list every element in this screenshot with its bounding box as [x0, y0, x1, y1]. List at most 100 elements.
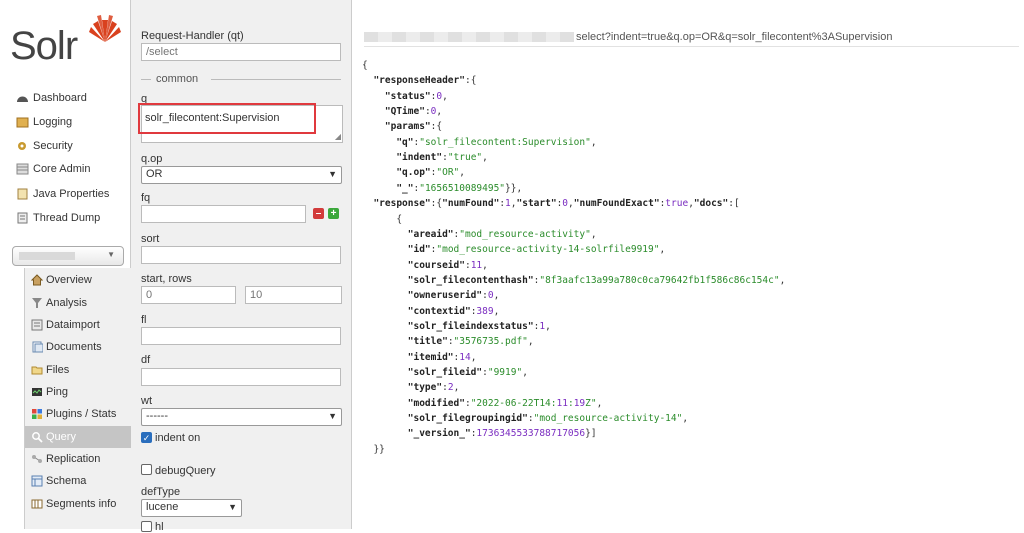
nav-thread-dump[interactable]: Thread Dump — [0, 207, 130, 229]
query-form: Request-Handler (qt) common q solr_filec… — [131, 0, 352, 533]
json-line: "solr_fileindexstatus":1, — [407, 320, 551, 332]
magnifier-icon — [32, 432, 43, 443]
core-menu-analysis[interactable]: Analysis — [25, 292, 131, 314]
json-line: { — [362, 60, 368, 71]
dashboard-icon — [17, 96, 28, 102]
request-handler-input[interactable] — [141, 43, 341, 61]
replication-icon — [32, 455, 42, 463]
debugquery-checkbox[interactable] — [141, 464, 152, 475]
json-line: "status":0, — [384, 90, 448, 102]
fl-label: fl — [141, 314, 147, 326]
json-line: "q.op":"OR", — [396, 167, 466, 179]
chevron-down-icon: ▼ — [228, 502, 237, 512]
remove-fq-button[interactable]: – — [313, 208, 324, 219]
core-menu-label: Query — [46, 431, 76, 443]
core-menu-schema[interactable]: Schema — [25, 470, 131, 492]
core-menu-label: Dataimport — [46, 319, 100, 331]
documents-icon — [32, 341, 43, 353]
deftype-select[interactable]: lucene ▼ — [141, 499, 242, 517]
common-divider: common — [141, 73, 341, 85]
indent-checkbox[interactable]: ✓ — [141, 432, 152, 443]
df-input[interactable] — [141, 368, 341, 386]
rows-input[interactable] — [245, 286, 342, 304]
start-input[interactable] — [141, 286, 236, 304]
solr-logo[interactable]: Solr — [10, 12, 121, 72]
deftype-label: defType — [141, 486, 181, 498]
json-line: "itemid":14, — [407, 351, 477, 363]
core-menu-query[interactable]: Query — [25, 426, 131, 448]
json-line: "solr_fileid":"9919", — [407, 367, 528, 378]
nav-java-properties[interactable]: Java Properties — [0, 183, 130, 205]
nav-label: Security — [33, 140, 73, 152]
nav-label: Core Admin — [33, 163, 91, 175]
core-menu-label: Analysis — [46, 297, 87, 309]
nav-core-admin[interactable]: Core Admin — [0, 158, 130, 180]
core-menu-label: Plugins / Stats — [46, 408, 117, 420]
json-line: { — [362, 213, 403, 225]
df-label: df — [141, 354, 151, 366]
json-line: "params":{ — [384, 121, 443, 133]
resize-grip-icon[interactable]: ◢ — [335, 132, 341, 141]
core-menu-segments-info[interactable]: Segments info — [25, 493, 131, 515]
core-menu-replication[interactable]: Replication — [25, 448, 131, 470]
json-line: "indent":"true", — [396, 152, 488, 164]
json-line: "QTime":0, — [384, 106, 443, 118]
ping-icon — [32, 388, 42, 396]
core-menu-overview[interactable]: Overview — [25, 269, 131, 291]
url-host-redacted — [364, 32, 574, 42]
logging-icon — [16, 117, 29, 128]
json-line: "response":{"numFound":1,"start":0,"numF… — [373, 198, 740, 210]
sidebar: Solr Dashboard Logging Security Core Adm… — [0, 0, 131, 529]
sort-input[interactable] — [141, 246, 341, 264]
nav-label: Thread Dump — [33, 212, 101, 224]
solr-sun-icon — [89, 15, 121, 42]
funnel-icon — [32, 298, 42, 308]
chevron-down-icon: ▼ — [107, 250, 115, 259]
segments-icon — [31, 499, 43, 509]
core-menu-plugins-stats[interactable]: Plugins / Stats — [25, 403, 131, 425]
hl-checkbox[interactable] — [141, 521, 152, 532]
core-selector[interactable]: ▼ — [12, 246, 124, 266]
indent-label: indent on — [155, 432, 201, 444]
core-menu-label: Segments info — [46, 498, 117, 510]
fq-label: fq — [141, 192, 151, 204]
fq-input[interactable] — [141, 205, 306, 223]
security-icon — [18, 142, 26, 150]
nav-label: Java Properties — [33, 188, 110, 200]
wt-select[interactable]: ------ ▼ — [141, 408, 342, 426]
nav-label: Logging — [33, 116, 73, 128]
core-menu-label: Ping — [46, 386, 69, 398]
nav-label: Dashboard — [33, 92, 87, 104]
json-line: "q":"solr_filecontent:Supervision", — [396, 136, 597, 148]
core-menu-ping[interactable]: Ping — [25, 381, 131, 403]
sort-label: sort — [141, 233, 160, 245]
json-line: "type":2, — [407, 382, 460, 394]
plugins-icon — [32, 409, 42, 419]
request-handler-label: Request-Handler (qt) — [141, 30, 244, 42]
folder-icon — [31, 366, 43, 375]
core-menu-label: Schema — [46, 475, 87, 487]
core-menu-documents[interactable]: Documents — [25, 336, 131, 358]
dataimport-icon — [31, 319, 43, 331]
java-properties-icon — [17, 188, 28, 200]
json-line: "_version_":1736345533788717056}] — [407, 428, 597, 440]
nav-logging[interactable]: Logging — [0, 111, 130, 133]
core-menu-label: Files — [46, 364, 70, 376]
core-menu-dataimport[interactable]: Dataimport — [25, 314, 131, 336]
core-menu-files[interactable]: Files — [25, 359, 131, 381]
fl-input[interactable] — [141, 327, 341, 345]
nav-security[interactable]: Security — [0, 135, 130, 157]
qop-label: q.op — [141, 153, 163, 165]
core-menu-label: Documents — [46, 341, 102, 353]
core-menu-label: Replication — [46, 453, 101, 465]
debugquery-label: debugQuery — [155, 465, 216, 477]
qop-value: OR — [146, 168, 163, 180]
json-line: "modified":"2022-06-22T14:11:19Z", — [407, 397, 603, 409]
nav-dashboard[interactable]: Dashboard — [0, 87, 130, 109]
add-fq-button[interactable]: + — [328, 208, 339, 219]
json-line: "contextid":389, — [407, 305, 500, 317]
request-url[interactable]: select?indent=true&q.op=OR&q=solr_fileco… — [364, 28, 1019, 47]
qop-select[interactable]: OR ▼ — [141, 166, 342, 184]
start-rows-label: start, rows — [141, 273, 192, 285]
url-divider — [364, 46, 1019, 47]
